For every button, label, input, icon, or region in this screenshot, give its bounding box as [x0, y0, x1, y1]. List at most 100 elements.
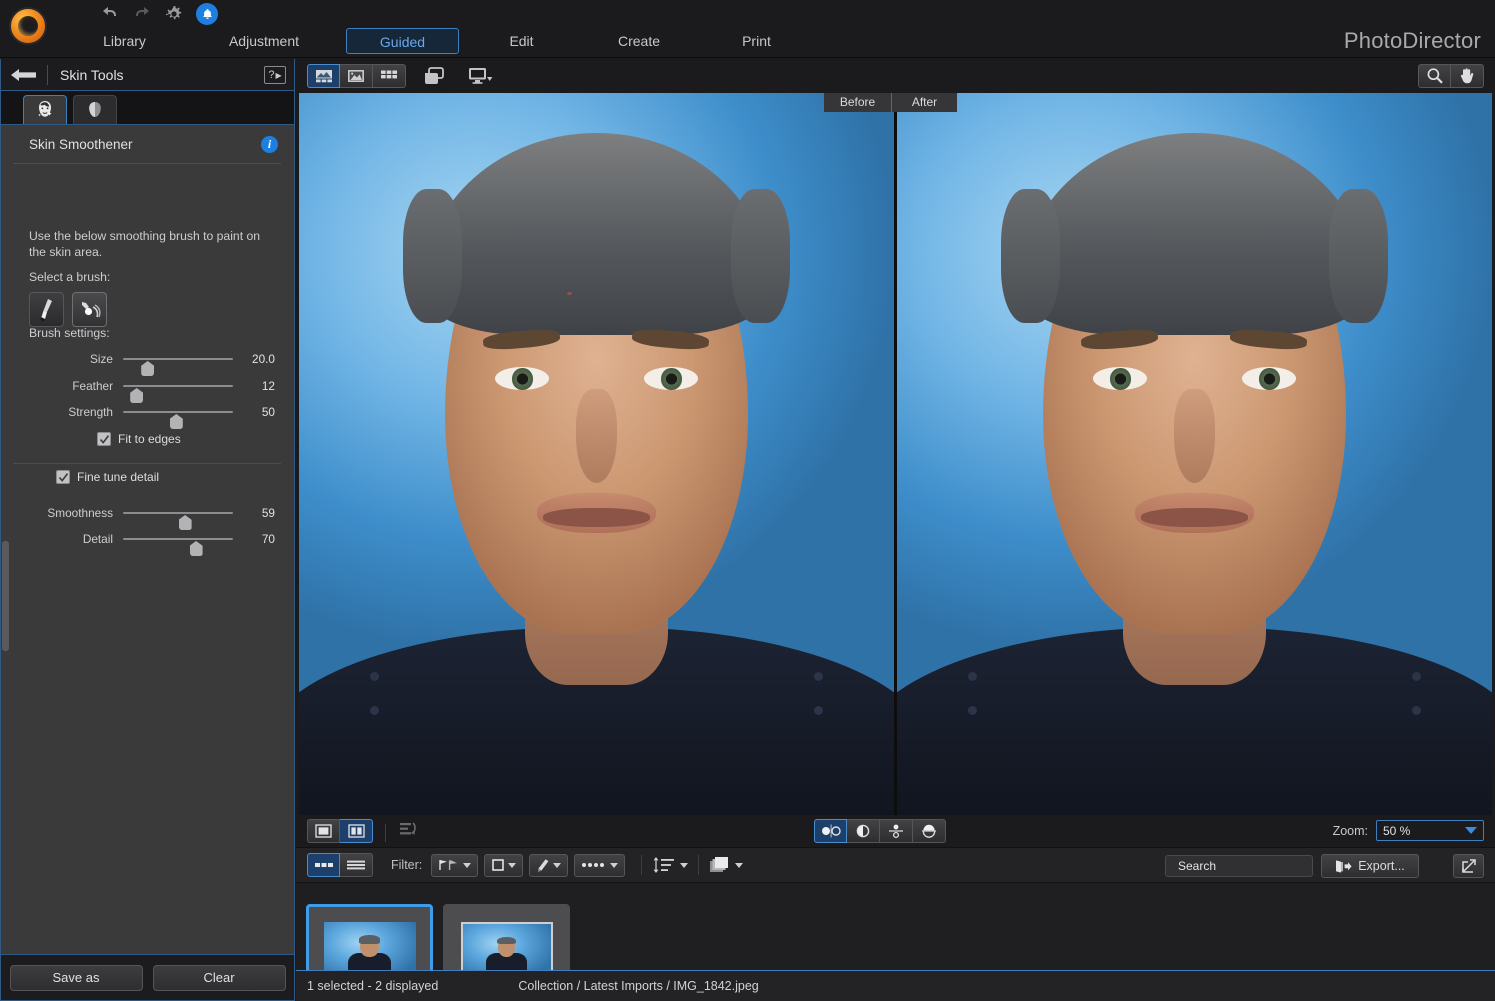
slider-value-detail: 70 [239, 528, 275, 550]
layout-buttons [307, 819, 373, 843]
redo-icon[interactable] [130, 2, 154, 26]
eraser-tool-button[interactable] [72, 292, 107, 327]
tab-guided[interactable]: Guided [346, 28, 459, 54]
panel-body: Skin Smoothener i Use the below smoothin… [1, 125, 294, 1000]
viewer-mode-filmstrip-button[interactable] [307, 64, 340, 88]
photo-nose [1174, 389, 1216, 483]
thumbnail-view-button[interactable] [307, 853, 340, 877]
after-label: After [892, 93, 957, 112]
search-input[interactable] [1178, 859, 1333, 873]
zoom-tool-icon[interactable] [1418, 64, 1451, 88]
panel-title: Skin Tools [60, 67, 124, 83]
photo-mouth [543, 508, 650, 527]
chevron-down-icon [463, 863, 471, 868]
section-divider-1 [13, 163, 281, 164]
slider-knob-strength[interactable] [170, 414, 183, 429]
tab-library[interactable]: Library [72, 28, 177, 54]
panel-scrollbar[interactable] [2, 541, 9, 651]
clear-button[interactable]: Clear [153, 965, 286, 991]
fine-tune-detail-row[interactable]: Fine tune detail [56, 470, 159, 484]
top-bar: Library Adjustment Guided Edit Create Pr… [0, 0, 1495, 58]
slider-track-size[interactable] [123, 358, 233, 360]
viewer-mode-grid-button[interactable] [373, 64, 406, 88]
before-image-pane[interactable] [299, 93, 894, 815]
fit-to-edges-checkbox[interactable] [97, 432, 111, 446]
before-label: Before [824, 93, 891, 112]
export-button[interactable]: Export... [1321, 854, 1419, 878]
help-button[interactable]: ?▶ [264, 66, 286, 84]
search-field[interactable]: × [1165, 855, 1313, 877]
rating-filter-button[interactable] [484, 854, 523, 877]
slider-row-size: Size 20.0 [1, 348, 294, 370]
fine-tune-detail-checkbox[interactable] [56, 470, 70, 484]
split-view-button[interactable] [340, 819, 373, 843]
open-external-button[interactable] [1453, 854, 1484, 878]
skin-tools-panel: Skin Tools ?▶ [0, 59, 295, 1001]
slider-track-detail[interactable] [123, 538, 233, 540]
gear-icon[interactable] [162, 2, 186, 26]
brush-tool-button[interactable] [29, 292, 64, 327]
stack-button[interactable] [709, 856, 743, 874]
slider-row-detail: Detail 70 [1, 528, 294, 550]
tab-print[interactable]: Print [704, 28, 809, 54]
after-image-pane[interactable] [897, 93, 1492, 815]
chevron-down-icon [680, 863, 688, 868]
viewer-tools-group [1418, 64, 1484, 88]
compare-layout-group [307, 819, 420, 843]
save-as-button[interactable]: Save as [10, 965, 143, 991]
app-brand-title: PhotoDirector [1344, 28, 1481, 54]
header-divider [47, 65, 48, 85]
chevron-down-icon [553, 863, 561, 868]
compare-horizontal-split-button[interactable] [913, 819, 946, 843]
list-view-button[interactable] [340, 853, 373, 877]
edit-filter-button[interactable] [529, 854, 568, 877]
slider-track-feather[interactable] [123, 385, 233, 387]
fit-to-edges-row[interactable]: Fit to edges [97, 432, 181, 446]
status-bar: 1 selected - 2 displayed Collection / La… [296, 970, 1495, 1001]
section-divider-2 [13, 463, 281, 464]
image-viewer[interactable]: Before After [299, 93, 1492, 815]
pan-tool-icon[interactable] [1451, 64, 1484, 88]
selection-status: 1 selected - 2 displayed [307, 979, 438, 993]
zoom-label: Zoom: [1333, 824, 1368, 838]
viewer-toolbar [296, 59, 1495, 93]
flag-filter-button[interactable] [431, 854, 478, 877]
compare-side-by-side-button[interactable] [814, 819, 847, 843]
tab-adjustment[interactable]: Adjustment [199, 28, 329, 54]
viewer-mode-single-button[interactable] [340, 64, 373, 88]
info-icon[interactable]: i [261, 136, 278, 153]
compare-modes-group [814, 819, 946, 843]
single-view-button[interactable] [307, 819, 340, 843]
photo-mouth [1141, 508, 1248, 527]
slider-label-size: Size [1, 348, 113, 370]
before-photo [299, 93, 894, 815]
back-arrow-icon[interactable] [1, 59, 47, 91]
skin-smoothener-tab[interactable] [23, 95, 67, 124]
slider-knob-detail[interactable] [190, 541, 203, 556]
duplicate-window-icon[interactable] [416, 63, 452, 89]
slider-value-size: 20.0 [239, 348, 275, 370]
display-mode-icon[interactable] [462, 63, 498, 89]
tool-description: Use the below smoothing brush to paint o… [29, 228, 274, 260]
reset-view-icon[interactable] [398, 820, 420, 843]
color-label-filter-button[interactable] [574, 854, 625, 877]
face-shaper-tab[interactable] [73, 95, 117, 124]
main-content-area: Before After [296, 59, 1495, 1001]
library-view-buttons [307, 853, 373, 877]
tab-create[interactable]: Create [584, 28, 694, 54]
slider-row-smoothness: Smoothness 59 [1, 502, 294, 524]
compare-split-button[interactable] [847, 819, 880, 843]
export-label: Export... [1358, 859, 1405, 873]
tab-edit[interactable]: Edit [469, 28, 574, 54]
slider-label-detail: Detail [1, 528, 113, 550]
slider-track-strength[interactable] [123, 411, 233, 413]
app-logo-icon [9, 7, 47, 45]
slider-track-smoothness[interactable] [123, 512, 233, 514]
zoom-select[interactable]: 50 % [1376, 820, 1484, 841]
bell-icon[interactable] [196, 3, 218, 25]
compare-vertical-split-button[interactable] [880, 819, 913, 843]
undo-icon[interactable] [98, 2, 122, 26]
sort-order-button[interactable] [652, 856, 688, 874]
slider-knob-size[interactable] [141, 361, 154, 376]
view-mode-group [307, 64, 406, 88]
